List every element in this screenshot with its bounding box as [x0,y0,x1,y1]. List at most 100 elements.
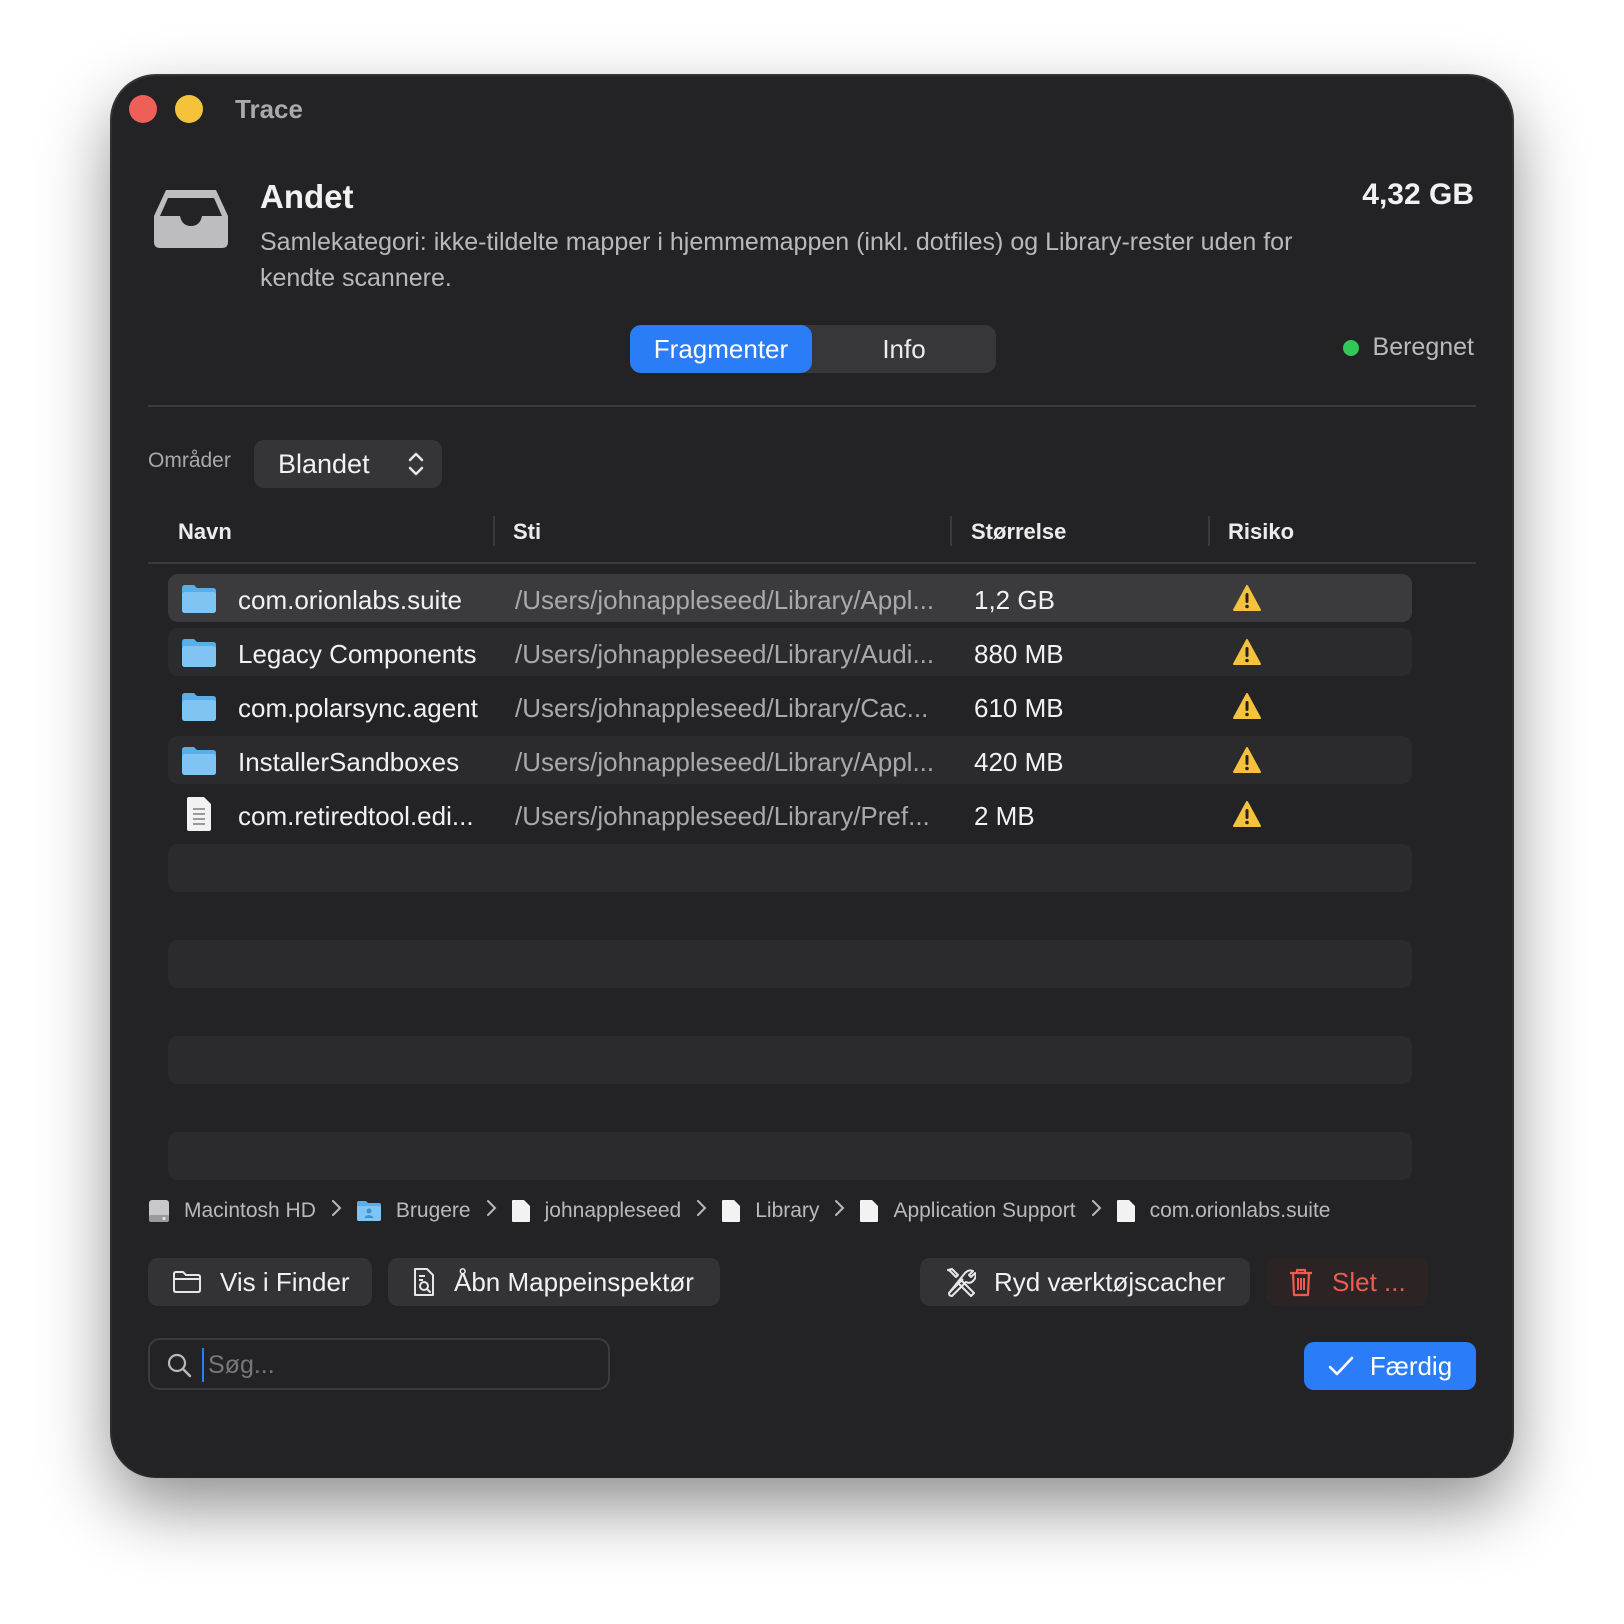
table-row[interactable]: com.polarsync.agent /Users/johnappleseed… [168,682,1412,730]
column-header-risk[interactable]: Risiko [1228,519,1294,545]
row-size: 1,2 GB [974,585,1055,615]
document-icon [187,797,211,831]
warning-icon [1233,585,1261,611]
row-name: InstallerSandboxes [238,747,460,777]
calculation-status: Beregnet [1342,333,1474,362]
status-label: Beregnet [1372,333,1474,361]
row-path: /Users/johnappleseed/Library/Audi... [515,639,935,669]
tab-fragmenter[interactable]: Fragmenter [630,325,812,373]
search-field[interactable] [148,1338,610,1390]
breadcrumb-label: Macintosh HD [184,1199,316,1222]
category-description: Samlekategori: ikke-tildelte mapper i hj… [260,228,1293,292]
divider [148,405,1476,407]
row-path: /Users/johnappleseed/Library/Appl... [515,585,935,615]
warning-icon [1233,747,1261,773]
view-tabs: Fragmenter Info [630,325,996,373]
row-size: 420 MB [974,747,1064,777]
column-header-size[interactable]: Størrelse [971,519,1066,545]
column-header-path[interactable]: Sti [513,519,541,545]
folder-icon [182,747,216,775]
warning-icon [1233,639,1261,665]
category-title: Andet [260,178,354,215]
row-path: /Users/johnappleseed/Library/Appl... [515,747,935,777]
breadcrumb-item[interactable]: Brugere [356,1199,471,1223]
document-icon [860,1200,879,1222]
chevron-right-icon [330,1199,342,1223]
status-dot-icon [1342,339,1359,356]
category-size: 4,32 GB [1362,178,1474,211]
column-divider [493,516,495,546]
row-name: Legacy Components [238,639,477,669]
row-name: com.retiredtool.edi... [238,801,474,831]
column-header-name[interactable]: Navn [178,519,232,545]
breadcrumb-item[interactable]: com.orionlabs.suite [1116,1199,1331,1223]
breadcrumb-label: Brugere [395,1199,471,1222]
window-title: Trace [235,94,303,124]
folder-outline-icon [173,1271,201,1293]
clear-tool-caches-button[interactable]: Ryd værktøjscacher [920,1258,1250,1306]
show-in-finder-button[interactable]: Vis i Finder [148,1258,372,1306]
search-icon [167,1353,192,1378]
warning-icon [1233,801,1261,827]
breadcrumb-item[interactable]: johnappleseed [511,1199,682,1223]
open-folder-inspector-button[interactable]: Åbn Mappeinspektør [388,1258,720,1306]
done-button[interactable]: Færdig [1304,1342,1476,1390]
areas-select-value: Blandet [278,449,370,479]
document-icon [511,1200,530,1222]
breadcrumb-label: johnappleseed [544,1199,682,1222]
chevron-right-icon [1090,1199,1102,1223]
clear-tool-caches-label: Ryd værktøjscacher [994,1266,1226,1297]
folder-icon [182,693,216,721]
row-path: /Users/johnappleseed/Library/Cac... [515,693,929,723]
empty-row [168,940,1412,988]
delete-label: Slet ... [1332,1266,1406,1297]
checkmark-icon [1328,1356,1354,1376]
row-name: com.polarsync.agent [238,693,478,723]
users-folder-icon [356,1201,381,1221]
breadcrumb: Macintosh HD Brugere johnappleseed Libra… [148,1196,1330,1226]
column-divider [1208,516,1210,546]
minimize-window-button[interactable] [175,95,203,123]
hard-drive-icon [149,1200,169,1222]
breadcrumb-label: Application Support [893,1199,1076,1222]
table-row[interactable]: Legacy Components /Users/johnappleseed/L… [168,628,1412,676]
trash-icon [1290,1268,1312,1297]
search-input[interactable] [202,1348,600,1382]
document-icon [1116,1200,1135,1222]
document-magnifier-icon [414,1268,434,1296]
row-name: com.orionlabs.suite [238,585,462,615]
row-path: /Users/johnappleseed/Library/Pref... [515,801,930,831]
folder-icon [182,585,216,613]
empty-row [168,1132,1412,1180]
empty-row [168,844,1412,892]
areas-select[interactable]: Blandet [254,440,442,488]
chevron-right-icon [695,1199,707,1223]
empty-row [168,1036,1412,1084]
table-row[interactable]: InstallerSandboxes /Users/johnappleseed/… [168,736,1412,784]
show-in-finder-label: Vis i Finder [220,1266,350,1297]
done-label: Færdig [1369,1350,1453,1381]
table-row[interactable]: com.orionlabs.suite /Users/johnappleseed… [168,574,1412,622]
close-window-button[interactable] [129,95,157,123]
breadcrumb-item[interactable]: Application Support [859,1199,1076,1223]
table-header-divider [148,562,1476,564]
table-row[interactable]: com.retiredtool.edi... /Users/johnapples… [168,790,1412,838]
open-folder-inspector-label: Åbn Mappeinspektør [454,1266,694,1297]
app-window: Trace Andet Samlekategori: ikke-tildelte… [112,76,1512,1476]
folder-icon [182,639,216,667]
tools-icon [947,1268,976,1297]
column-divider [950,516,952,546]
document-icon [722,1200,741,1222]
tab-info[interactable]: Info [812,325,996,373]
chevron-right-icon [485,1199,497,1223]
areas-label: Områder [148,449,231,472]
title-bar: Trace [112,76,1512,140]
row-size: 2 MB [974,801,1035,831]
row-size: 880 MB [974,639,1064,669]
breadcrumb-item[interactable]: Macintosh HD [148,1199,316,1223]
breadcrumb-item[interactable]: Library [721,1199,819,1223]
tray-icon [154,190,228,248]
delete-button[interactable]: Slet ... [1266,1258,1428,1306]
row-size: 610 MB [974,693,1064,723]
breadcrumb-label: com.orionlabs.suite [1149,1199,1331,1222]
